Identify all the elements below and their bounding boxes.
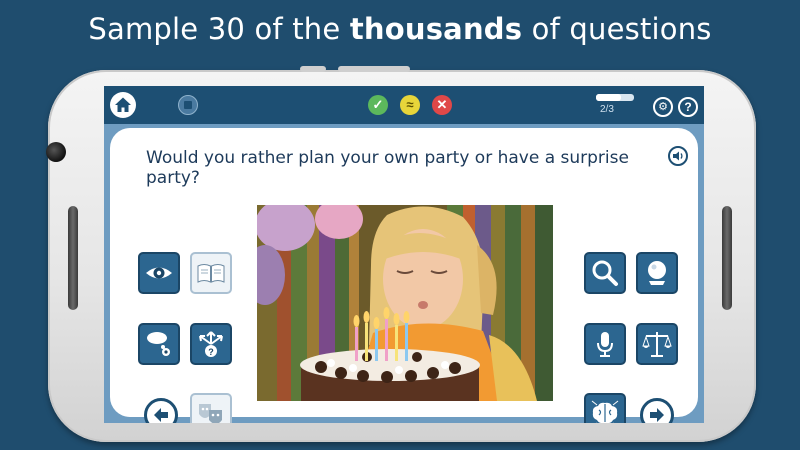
brain-icon[interactable] [584, 393, 626, 423]
progress-text: 2/3 [600, 104, 614, 115]
microphone-icon[interactable] [584, 323, 626, 365]
decision-arrows-icon[interactable]: ? [190, 323, 232, 365]
help-icon[interactable]: ? [678, 97, 698, 117]
headline-part1: Sample 30 of the [88, 12, 350, 46]
phone-button [300, 66, 326, 72]
answer-yes-button[interactable]: ✓ [368, 95, 388, 115]
progress-fill [596, 94, 622, 101]
speaker-icon[interactable] [668, 146, 688, 166]
magnifier-icon[interactable] [584, 252, 626, 294]
svg-text:?: ? [208, 347, 214, 357]
headline-part2: of questions [522, 12, 712, 46]
headline-bold: thousands [349, 12, 523, 46]
phone-volume-button [338, 66, 410, 72]
left-grille [68, 206, 78, 310]
answer-no-button[interactable]: ✕ [432, 95, 452, 115]
previous-arrow-icon[interactable] [144, 398, 178, 423]
headline: Sample 30 of the thousands of questions [0, 12, 800, 46]
home-icon[interactable] [110, 92, 136, 118]
progress-bar [596, 94, 634, 101]
camera-icon [46, 142, 66, 162]
thought-bubble-icon[interactable] [138, 323, 180, 365]
book-icon[interactable] [190, 252, 232, 294]
eye-icon[interactable] [138, 252, 180, 294]
answer-maybe-button[interactable]: ≈ [400, 95, 420, 115]
stop-icon[interactable] [178, 95, 198, 115]
theater-masks-icon[interactable] [190, 393, 232, 423]
top-bar: ✓ ≈ ✕ 2/3 ⚙ ? [104, 86, 704, 124]
right-grille [722, 206, 732, 310]
next-arrow-icon[interactable] [640, 398, 674, 423]
crystal-ball-icon[interactable] [636, 252, 678, 294]
app-screen: ✓ ≈ ✕ 2/3 ⚙ ? Would you rather plan your… [104, 86, 704, 423]
question-text: Would you rather plan your own party or … [146, 148, 629, 188]
party-photo [257, 205, 553, 401]
scales-icon[interactable] [636, 323, 678, 365]
gear-icon[interactable]: ⚙ [653, 97, 673, 117]
